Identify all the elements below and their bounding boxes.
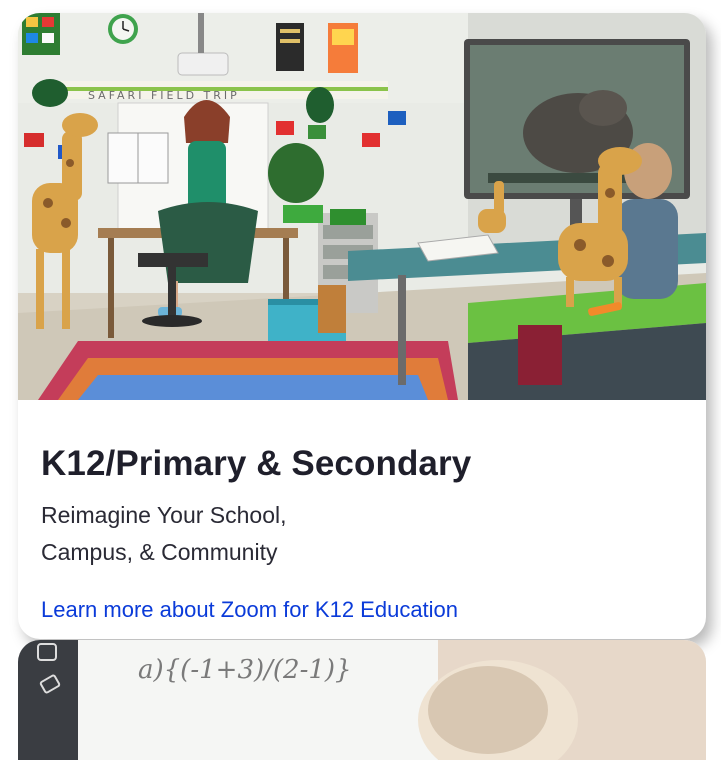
learn-more-link[interactable]: Learn more about Zoom for K12 Education <box>41 597 458 623</box>
card-description-line: Reimagine Your School, <box>41 502 287 528</box>
next-card[interactable]: a){(-1+3)/(2-1)} <box>18 640 706 760</box>
card-content: K12/Primary & Secondary Reimagine Your S… <box>18 400 706 639</box>
classroom-illustration: SAFARI FIELD TRIP <box>18 13 706 400</box>
whiteboard-equation: a){(-1+3)/(2-1)} <box>138 655 352 685</box>
whiteboard-image: a){(-1+3)/(2-1)} <box>18 640 706 760</box>
classroom-image: SAFARI FIELD TRIP <box>18 13 706 400</box>
k12-card[interactable]: SAFARI FIELD TRIP K12/Primary & Secondar… <box>18 13 706 639</box>
card-title: K12/Primary & Secondary <box>41 444 472 483</box>
card-description: Reimagine Your School, Campus, & Communi… <box>41 497 461 571</box>
banner-text: SAFARI FIELD TRIP <box>88 89 240 102</box>
card-description-line: Campus, & Community <box>41 539 278 565</box>
